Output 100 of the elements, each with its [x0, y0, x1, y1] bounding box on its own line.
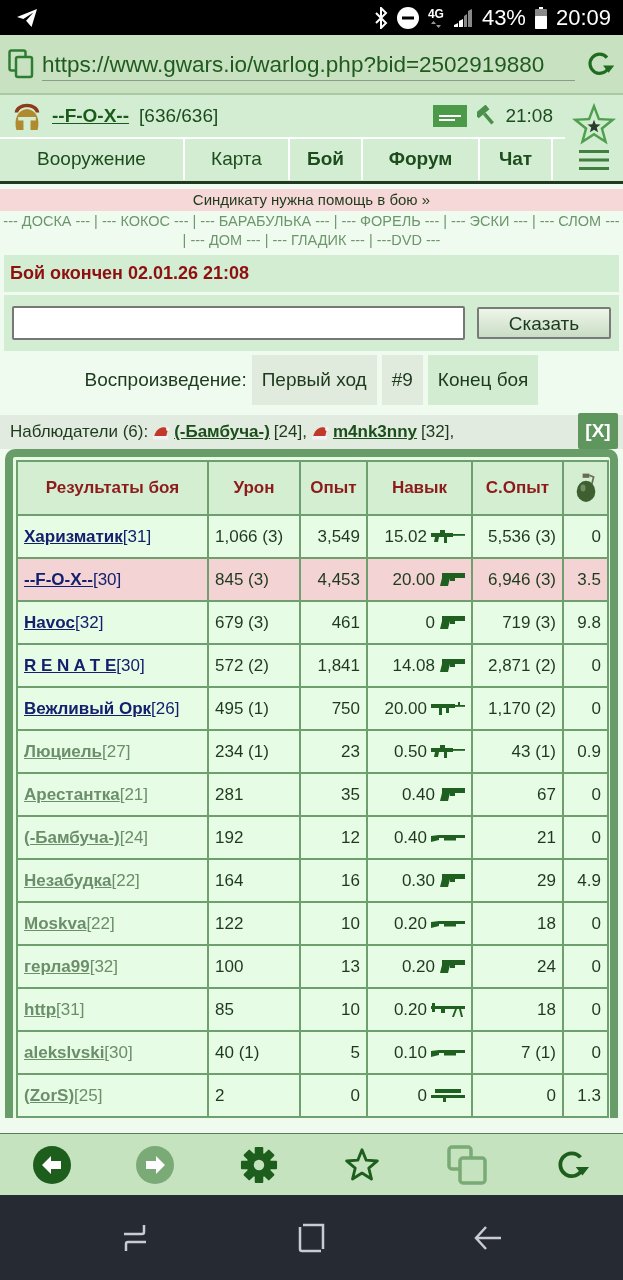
player-level: [27] [102, 741, 131, 761]
column-header: С.Опыт [472, 461, 563, 515]
link-separator: | [443, 213, 448, 229]
health-text: [636/636] [139, 103, 219, 128]
nav-link[interactable]: Карта [185, 139, 290, 180]
skill-value: 14.08 [392, 654, 435, 677]
shotgun-icon [431, 1047, 465, 1058]
data-arrows-icon [430, 20, 441, 28]
link-separator: | [94, 213, 98, 229]
column-header: Урон [208, 461, 300, 515]
player-link[interactable]: Вежливый Орк [24, 698, 152, 718]
pistol-icon [439, 960, 465, 973]
player-level: [32] [75, 612, 104, 632]
message-field[interactable] [12, 306, 465, 340]
player-link[interactable]: (ZorS) [24, 1085, 75, 1105]
player-link[interactable]: R E N A T E [24, 655, 117, 675]
player-link[interactable]: герла99 [24, 956, 90, 976]
player-link[interactable]: (-Бамбуча-) [24, 827, 120, 847]
observer-link[interactable]: m4nk3nny [332, 419, 418, 445]
pistol-icon [439, 616, 465, 629]
pistol-icon [439, 874, 465, 887]
player-link[interactable]: Moskva [24, 913, 87, 933]
player-link[interactable]: Havoc [24, 612, 76, 632]
skill-value: 0.40 [393, 826, 427, 849]
player-level: [21] [119, 784, 149, 804]
hat-icon [310, 424, 329, 440]
player-level: [26] [151, 698, 180, 718]
clan-link[interactable]: --- ГЛАДИК --- [272, 232, 365, 248]
table-cell: 1.3 [563, 1074, 608, 1117]
machine-gun-icon [431, 1002, 465, 1017]
signal-icon [452, 7, 473, 28]
column-header: Опыт [300, 461, 367, 515]
clock-text: 20:09 [555, 4, 611, 32]
column-header: Навык [367, 461, 472, 515]
link-separator: | [182, 232, 187, 248]
clan-link[interactable]: --- КОКОС --- [101, 213, 189, 229]
skill-value: 0 [417, 1084, 427, 1107]
clan-link[interactable]: --- СЛОМ --- [539, 213, 620, 229]
skill-value: 0.40 [401, 783, 435, 806]
player-link[interactable]: Харизматик [24, 526, 123, 546]
home-icon[interactable] [296, 1222, 327, 1253]
hammer-icon[interactable] [477, 105, 496, 127]
clan-link[interactable]: --- ДОМ --- [190, 232, 261, 248]
mail-icon[interactable] [433, 105, 468, 127]
grenade-icon [574, 473, 597, 503]
settings-icon[interactable] [239, 1145, 278, 1184]
replay-button[interactable]: Первый ход [251, 355, 377, 405]
skill-value: 0 [425, 611, 435, 634]
player-link[interactable]: Незабудка [24, 870, 112, 890]
table-cell: 0 [472, 1074, 563, 1117]
player-level: [30] [92, 569, 122, 589]
bluetooth-icon [373, 6, 388, 29]
player-level: [31] [56, 999, 85, 1019]
clan-link[interactable]: --- ДОСКА --- [3, 213, 91, 229]
nav-link[interactable]: Чат [480, 139, 553, 180]
clan-link[interactable]: --- БАРАБУЛЬКА --- [200, 213, 330, 229]
battery-text: 43% [481, 4, 526, 32]
replay-button[interactable]: Конец боя [427, 355, 539, 405]
back-icon[interactable] [32, 1145, 71, 1184]
player-level: [32] [89, 956, 119, 976]
nav-link[interactable]: Форум [363, 139, 480, 180]
paper-plane-icon [16, 7, 38, 28]
column-header: Результаты боя [17, 461, 208, 515]
clan-link[interactable]: --- ФОРЕЛЬ --- [341, 213, 440, 229]
player-link[interactable]: alekslvski [24, 1042, 105, 1062]
table-cell: 2 [208, 1074, 300, 1117]
player-link[interactable]: --F-O-X-- [24, 569, 93, 589]
shotgun-icon [431, 918, 465, 929]
player-level: [30] [116, 655, 145, 675]
skill-value: 0.20 [393, 998, 427, 1021]
tabs-icon[interactable] [8, 49, 34, 79]
player-link[interactable]: http [24, 999, 57, 1019]
battle-status: Бой окончен 02.01.26 21:08 [4, 255, 619, 292]
replay-button[interactable]: #9 [381, 355, 423, 405]
close-button[interactable]: [X] [578, 413, 618, 449]
player-link[interactable]: Арестантка [24, 784, 120, 804]
observer-level: [24], [273, 421, 307, 444]
submachine-gun-icon [431, 702, 465, 715]
say-button[interactable]: Сказать [477, 307, 611, 339]
menu-icon[interactable] [579, 149, 609, 171]
player-link[interactable]: Люциель [24, 741, 103, 761]
nav-link[interactable]: Вооружение [0, 139, 185, 180]
network-text: 4G [427, 7, 444, 20]
player-level: [22] [86, 913, 115, 933]
clan-link[interactable]: ---DVD --- [376, 232, 441, 248]
player-link[interactable]: --F-O-X-- [52, 101, 130, 131]
clan-link[interactable]: --- ЭСКИ --- [451, 213, 528, 229]
observer-link[interactable]: (-Бамбуча-) [174, 419, 270, 445]
link-separator: | [192, 213, 197, 229]
skill-value: 0.10 [393, 1041, 427, 1064]
nav-link[interactable]: Бой [290, 139, 363, 180]
do-not-disturb-icon [396, 6, 419, 29]
observer-level: [32], [421, 421, 455, 444]
launcher-icon [431, 1089, 465, 1102]
skill-value: 15.02 [384, 525, 427, 548]
link-separator: | [333, 213, 338, 229]
observers-label: Наблюдатели (6): [10, 421, 149, 444]
replay-label: Воспроизведение: [84, 367, 247, 392]
skill-value: 20.00 [384, 697, 427, 720]
battery-icon [534, 6, 547, 29]
